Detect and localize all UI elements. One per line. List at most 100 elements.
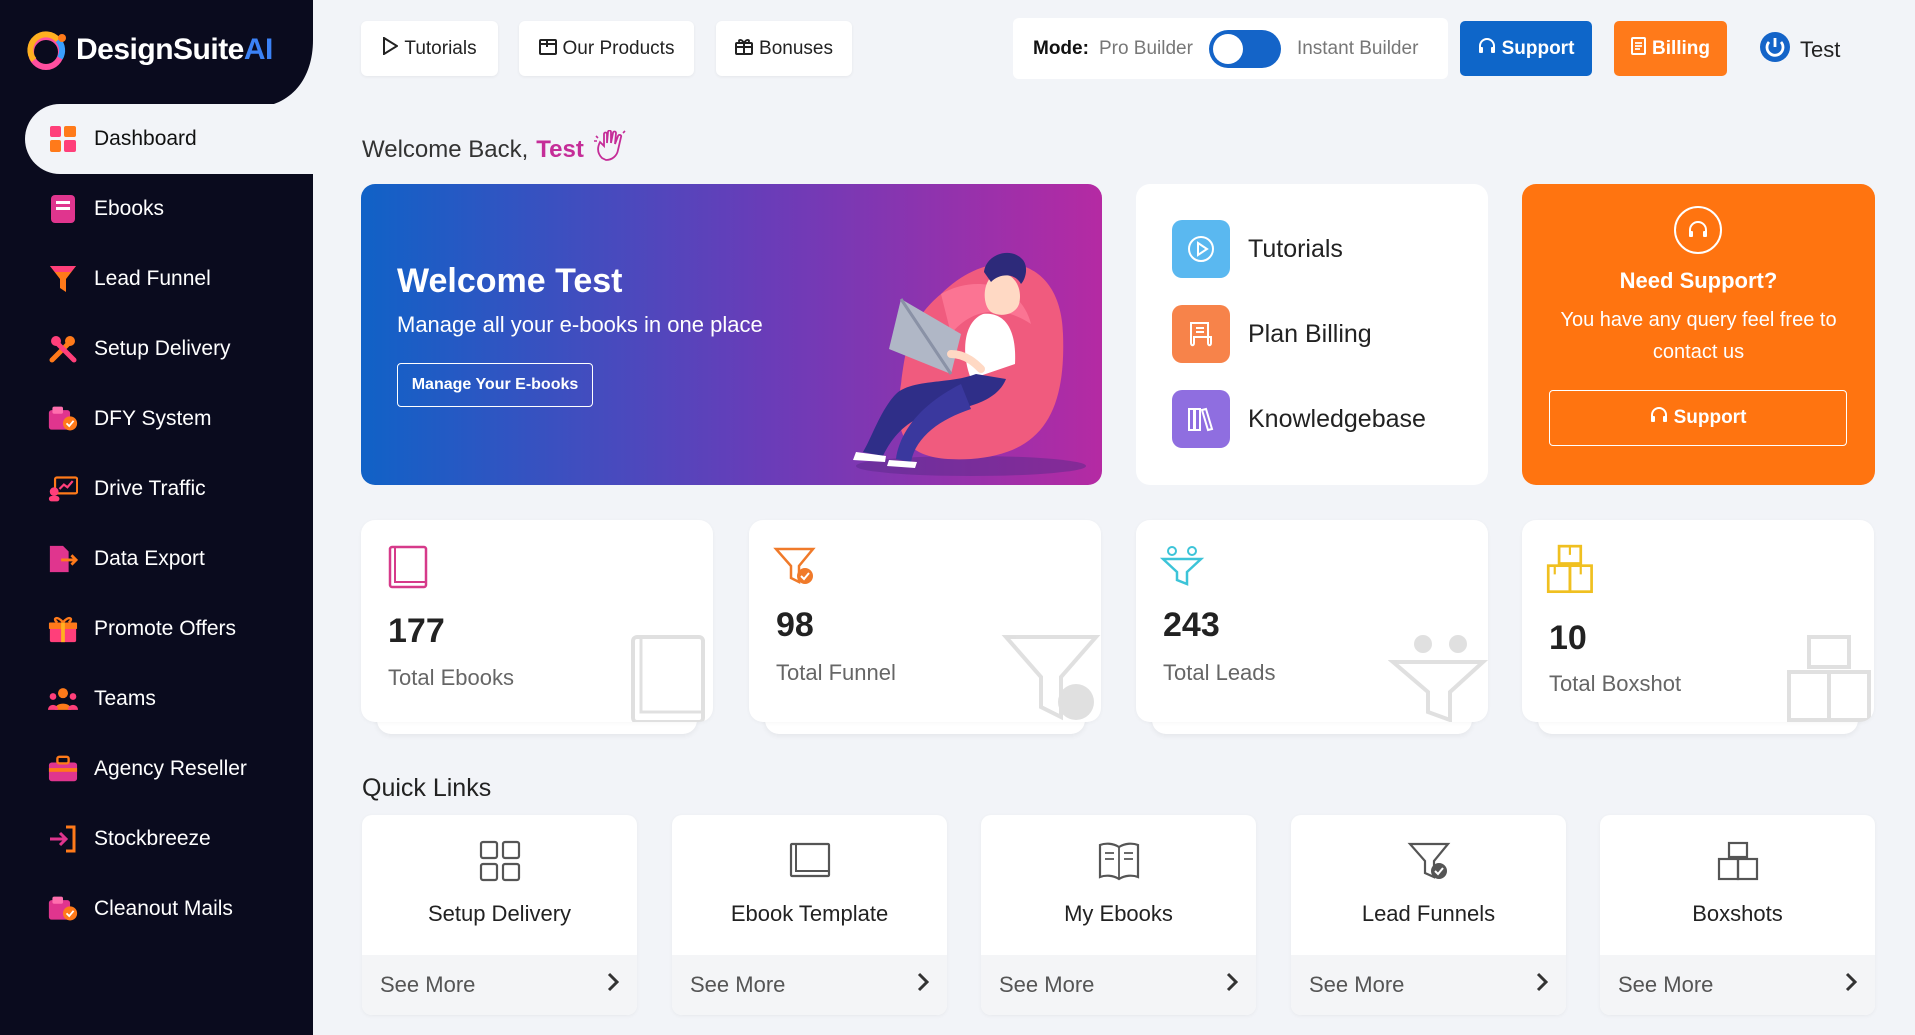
person-beanbag-illustration <box>853 252 1086 476</box>
sidebar-item-label: Setup Delivery <box>94 337 231 360</box>
mode-label: Mode: <box>1033 37 1089 59</box>
see-more-link[interactable]: See More <box>672 955 947 1015</box>
quick-link-boxshots[interactable]: Boxshots See More <box>1600 815 1875 1015</box>
user-menu[interactable]: Test <box>1758 30 1840 70</box>
sidebar-item-agency-reseller[interactable]: Agency Reseller <box>0 734 313 804</box>
bonuses-label: Bonuses <box>759 37 833 59</box>
quick-links-title: Quick Links <box>362 774 492 802</box>
support-card-button[interactable]: Support <box>1549 390 1847 446</box>
ebook-watermark-icon <box>631 635 705 722</box>
ebook-icon <box>388 545 428 589</box>
stat-value: 10 <box>1549 619 1587 657</box>
stat-card: 243 Total Leads <box>1136 520 1488 722</box>
logo-mark-icon <box>26 30 70 70</box>
tutorials-button[interactable]: Tutorials <box>361 21 498 76</box>
sidebar-item-cleanout-mails[interactable]: Cleanout Mails <box>0 874 313 944</box>
funnel-watermark-icon <box>1001 635 1101 721</box>
sidebar-item-data-export[interactable]: Data Export <box>0 524 313 594</box>
chevron-right-icon <box>607 972 620 998</box>
stat-total-boxshot[interactable]: 10 Total Boxshot <box>1522 520 1874 734</box>
sidebar: DesignSuiteAI Dashboard Ebooks Lead Funn… <box>0 0 313 1035</box>
see-more-link[interactable]: See More <box>1291 955 1566 1015</box>
sidebar-item-label: Ebooks <box>94 197 165 220</box>
sidebar-curve-decoration <box>250 0 314 110</box>
stat-label: Total Funnel <box>776 660 896 685</box>
book-outline-icon <box>789 842 831 878</box>
see-more-label: See More <box>1309 972 1405 997</box>
sidebar-item-stockbreeze[interactable]: Stockbreeze <box>0 804 313 874</box>
link-knowledgebase[interactable]: Knowledgebase <box>1172 390 1488 448</box>
funnel-check-icon <box>773 547 816 585</box>
link-tutorials[interactable]: Tutorials <box>1172 220 1488 278</box>
quick-link-lead-funnels[interactable]: Lead Funnels See More <box>1291 815 1566 1015</box>
quick-link-label: Setup Delivery <box>427 901 572 926</box>
sidebar-item-ebooks[interactable]: Ebooks <box>0 174 313 244</box>
helpful-links-card: Tutorials Plan Billing Knowledgebase <box>1136 184 1488 485</box>
see-more-label: See More <box>380 972 476 997</box>
chevron-right-icon <box>1845 972 1858 998</box>
need-support-card: Need Support? You have any query feel fr… <box>1522 184 1875 485</box>
team-icon <box>48 684 78 714</box>
stat-total-leads[interactable]: 243 Total Leads <box>1136 520 1488 734</box>
leads-funnel-icon <box>1160 546 1205 586</box>
our-products-button[interactable]: Our Products <box>519 21 694 76</box>
support-button[interactable]: Support <box>1460 21 1592 76</box>
sidebar-item-dfy-system[interactable]: DFY System <box>0 384 313 454</box>
traffic-icon <box>48 474 78 504</box>
brand-name: DesignSuiteAI <box>76 33 273 66</box>
see-more-link[interactable]: See More <box>1600 955 1875 1015</box>
stat-total-funnel[interactable]: 98 Total Funnel <box>749 520 1101 734</box>
quick-link-setup-delivery[interactable]: Setup Delivery See More <box>362 815 637 1015</box>
toggle-knob <box>1212 33 1243 64</box>
welcome-hero-banner: Welcome Test Manage all your e-books in … <box>361 184 1102 485</box>
see-more-link[interactable]: See More <box>362 955 637 1015</box>
hero-subtitle: Manage all your e-books in one place <box>397 312 763 337</box>
stat-total-ebooks[interactable]: 177 Total Ebooks <box>361 520 713 734</box>
brand-logo[interactable]: DesignSuiteAI <box>26 28 273 72</box>
mode-pro-builder[interactable]: Pro Builder <box>1099 38 1193 60</box>
welcome-user-name: Test <box>536 135 584 163</box>
sidebar-item-label: Dashboard <box>94 127 197 150</box>
dashboard-icon <box>48 124 78 154</box>
see-more-label: See More <box>999 972 1095 997</box>
support-card-text: You have any query feel free to contact … <box>1560 309 1837 363</box>
folder-check-icon <box>48 894 78 924</box>
mode-toggle[interactable] <box>1208 29 1281 68</box>
sidebar-item-label: Cleanout Mails <box>94 897 233 920</box>
link-plan-billing-label: Plan Billing <box>1248 319 1372 348</box>
see-more-link[interactable]: See More <box>981 955 1256 1015</box>
sidebar-item-promote-offers[interactable]: Promote Offers <box>0 594 313 664</box>
funnel-icon <box>48 264 78 294</box>
export-icon <box>48 544 78 574</box>
chevron-right-icon <box>1536 972 1549 998</box>
quick-link-my-ebooks[interactable]: My Ebooks See More <box>981 815 1256 1015</box>
sidebar-item-teams[interactable]: Teams <box>0 664 313 734</box>
link-plan-billing[interactable]: Plan Billing <box>1172 305 1488 363</box>
boxes-icon <box>1546 544 1593 594</box>
sidebar-item-label: Stockbreeze <box>94 827 211 850</box>
sidebar-item-setup-delivery[interactable]: Setup Delivery <box>0 314 313 384</box>
stat-card: 177 Total Ebooks <box>361 520 713 722</box>
sidebar-item-dashboard[interactable]: Dashboard <box>25 104 313 174</box>
briefcase-icon <box>48 754 78 784</box>
quick-link-ebook-template[interactable]: Ebook Template See More <box>672 815 947 1015</box>
sidebar-item-lead-funnel[interactable]: Lead Funnel <box>0 244 313 314</box>
see-more-label: See More <box>690 972 786 997</box>
headset-icon <box>1650 406 1668 430</box>
receipt-icon <box>1172 305 1230 363</box>
boxes-watermark-icon <box>1787 635 1871 722</box>
sidebar-item-drive-traffic[interactable]: Drive Traffic <box>0 454 313 524</box>
billing-button[interactable]: Billing <box>1614 21 1727 76</box>
link-tutorials-label: Tutorials <box>1248 234 1343 263</box>
manage-ebooks-button[interactable]: Manage Your E-books <box>397 363 593 407</box>
link-knowledgebase-label: Knowledgebase <box>1248 404 1426 433</box>
open-book-icon <box>1098 842 1140 881</box>
quick-link-label: Boxshots <box>1692 901 1783 926</box>
stat-card: 98 Total Funnel <box>749 520 1101 722</box>
bonuses-button[interactable]: Bonuses <box>716 21 852 76</box>
mode-instant-builder[interactable]: Instant Builder <box>1297 38 1418 60</box>
see-more-label: See More <box>1618 972 1714 997</box>
support-card-title: Need Support? <box>1619 268 1778 293</box>
support-card-button-label: Support <box>1673 407 1747 428</box>
gift-icon <box>48 614 78 644</box>
